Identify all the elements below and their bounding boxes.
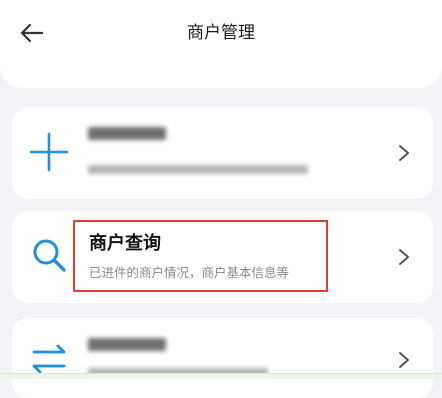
- plus-icon: [29, 132, 69, 172]
- card-subtitle-blurred: [88, 165, 308, 174]
- card-add-merchant[interactable]: [12, 107, 433, 199]
- card-title: 商户查询: [89, 233, 161, 254]
- card-merchant-query[interactable]: 商户查询 已进件的商户情况，商户基本信息等: [12, 211, 433, 303]
- page-title: 商户管理: [187, 23, 255, 43]
- card-subtitle: 已进件的商户情况，商户基本信息等: [89, 265, 290, 280]
- chevron-right-icon: [399, 352, 409, 368]
- chevron-right-icon: [399, 145, 409, 161]
- search-icon: [33, 239, 66, 272]
- chevron-right-icon: [399, 249, 409, 265]
- card-title-blurred: [88, 127, 166, 140]
- card-merchant-change[interactable]: [12, 318, 433, 398]
- top-bar: 商户管理: [0, 0, 442, 88]
- highlight-box: 商户查询 已进件的商户情况，商户基本信息等: [73, 220, 328, 292]
- bottom-strip: [0, 373, 442, 379]
- card-title-blurred: [88, 338, 166, 351]
